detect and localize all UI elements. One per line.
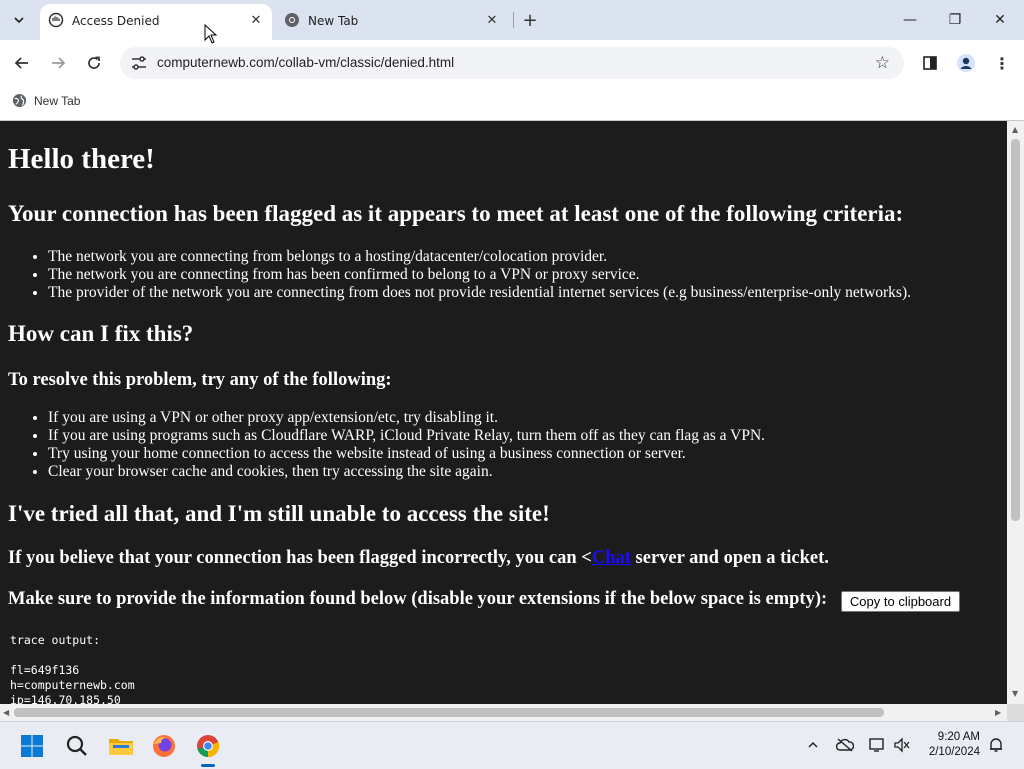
horizontal-scroll-thumb[interactable] xyxy=(14,708,884,717)
scroll-right-icon[interactable]: ▶ xyxy=(995,708,1001,717)
fix-subheading: To resolve this problem, try any of the … xyxy=(8,370,392,390)
chevron-up-icon xyxy=(808,741,818,748)
network-icon xyxy=(869,738,884,752)
mouse-cursor-icon xyxy=(204,24,218,44)
speaker-muted-icon xyxy=(894,737,910,753)
list-item: The network you are connecting from belo… xyxy=(48,248,911,266)
reload-icon xyxy=(88,56,100,69)
folder-icon xyxy=(109,739,133,755)
tab-divider xyxy=(513,12,514,28)
network-button[interactable] xyxy=(867,735,887,755)
close-window-button[interactable]: ✕ xyxy=(978,6,1022,34)
tab-title: New Tab xyxy=(308,14,359,28)
tab-title: Access Denied xyxy=(72,14,160,28)
vertical-scroll-thumb[interactable] xyxy=(1011,139,1020,521)
tab-search-button[interactable] xyxy=(8,9,30,31)
new-tab-button[interactable]: + xyxy=(520,9,540,31)
bookmark-new-tab[interactable]: New Tab xyxy=(12,93,80,108)
address-bar[interactable]: computernewb.com/collab-vm/classic/denie… xyxy=(120,47,904,79)
kebab-menu-icon: ⋮ xyxy=(994,53,1010,73)
windows-logo-icon xyxy=(21,735,43,757)
chevron-down-icon xyxy=(14,17,24,24)
onedrive-button[interactable] xyxy=(835,735,855,755)
scroll-left-icon[interactable]: ◀ xyxy=(3,708,9,717)
minimize-button[interactable]: — xyxy=(888,6,932,34)
vertical-scrollbar[interactable]: ▲ ▼ xyxy=(1007,121,1024,704)
clock-time: 9:20 AM xyxy=(937,731,980,743)
search-icon xyxy=(66,735,87,756)
clock[interactable]: 9:20 AM 2/10/2024 xyxy=(929,730,980,760)
taskbar: 9:20 AM 2/10/2024 xyxy=(0,721,1024,769)
show-hidden-icons-button[interactable] xyxy=(803,735,823,755)
active-app-indicator xyxy=(201,764,215,767)
clock-date: 2/10/2024 xyxy=(928,746,980,758)
bell-icon xyxy=(990,738,1002,752)
page-title: Hello there! xyxy=(8,143,155,175)
close-tab-icon[interactable]: ✕ xyxy=(248,12,264,28)
url-text[interactable]: computernewb.com/collab-vm/classic/denie… xyxy=(157,55,454,70)
chrome-icon xyxy=(197,735,220,758)
back-button[interactable] xyxy=(7,48,37,78)
bookmark-label: New Tab xyxy=(34,93,81,108)
notifications-button[interactable] xyxy=(986,735,1006,755)
site-info-icon[interactable] xyxy=(130,55,148,71)
fix-heading: How can I fix this? xyxy=(8,321,194,346)
list-item: The network you are connecting from has … xyxy=(48,266,911,284)
list-item: If you are using programs such as Cloudf… xyxy=(48,427,765,445)
criteria-heading: Your connection has been flagged as it a… xyxy=(8,201,904,226)
copy-to-clipboard-button[interactable]: Copy to clipboard xyxy=(841,591,960,612)
list-item: Clear your browser cache and cookies, th… xyxy=(48,463,765,481)
tried-heading: I've tried all that, and I'm still unabl… xyxy=(8,501,550,526)
firefox-button[interactable] xyxy=(148,730,180,762)
scroll-up-icon[interactable]: ▲ xyxy=(1012,125,1018,134)
close-tab-icon[interactable]: ✕ xyxy=(484,12,500,28)
info-text: Make sure to provide the information fou… xyxy=(8,589,828,609)
start-button[interactable] xyxy=(16,730,48,762)
scroll-down-icon[interactable]: ▼ xyxy=(1012,689,1018,698)
forward-arrow-icon xyxy=(52,57,66,69)
chrome-taskbar-button[interactable] xyxy=(192,730,224,762)
tab-new-tab[interactable]: New Tab ✕ xyxy=(276,4,508,40)
side-panel-icon xyxy=(923,56,937,70)
list-item: The provider of the network you are conn… xyxy=(48,284,911,302)
profile-icon xyxy=(957,54,975,72)
ticket-post-text: server and open a ticket. xyxy=(630,548,829,568)
menu-button[interactable]: ⋮ xyxy=(987,48,1017,78)
cloud-offline-icon xyxy=(836,738,854,752)
restore-button[interactable]: ❐ xyxy=(933,6,977,34)
ticket-text: If you believe that your connection has … xyxy=(8,548,829,569)
reload-button[interactable] xyxy=(79,48,109,78)
fix-list: If you are using a VPN or other proxy ap… xyxy=(8,409,765,481)
page-content: Hello there! Your connection has been fl… xyxy=(0,121,1007,704)
scrollbar-corner xyxy=(1007,704,1024,721)
horizontal-scrollbar[interactable]: ◀ ▶ xyxy=(0,704,1007,721)
chat-link[interactable]: Chat xyxy=(592,548,631,568)
criteria-list: The network you are connecting from belo… xyxy=(8,248,911,302)
profile-button[interactable] xyxy=(951,48,981,78)
tab-strip: Access Denied ✕ New Tab ✕ + — ❐ ✕ xyxy=(0,0,1024,40)
browser-toolbar: computernewb.com/collab-vm/classic/denie… xyxy=(0,40,1024,86)
file-explorer-button[interactable] xyxy=(105,730,137,762)
volume-button[interactable] xyxy=(892,735,912,755)
chrome-icon xyxy=(285,13,299,27)
back-arrow-icon xyxy=(14,57,28,69)
list-item: Try using your home connection to access… xyxy=(48,445,765,463)
forward-button[interactable] xyxy=(43,48,73,78)
trace-output: trace output: fl=649f136 h=computernewb.… xyxy=(10,633,135,704)
bookmarks-bar: New Tab xyxy=(0,86,1024,121)
ticket-pre-text: If you believe that your connection has … xyxy=(8,548,592,568)
hand-icon xyxy=(48,12,64,28)
search-button[interactable] xyxy=(61,730,93,762)
bookmark-star-icon[interactable]: ☆ xyxy=(875,53,890,73)
list-item: If you are using a VPN or other proxy ap… xyxy=(48,409,765,427)
plus-icon: + xyxy=(522,9,538,31)
side-panel-button[interactable] xyxy=(915,48,945,78)
firefox-icon xyxy=(153,735,175,757)
tab-access-denied[interactable]: Access Denied ✕ xyxy=(40,4,272,40)
globe-icon xyxy=(12,93,27,108)
